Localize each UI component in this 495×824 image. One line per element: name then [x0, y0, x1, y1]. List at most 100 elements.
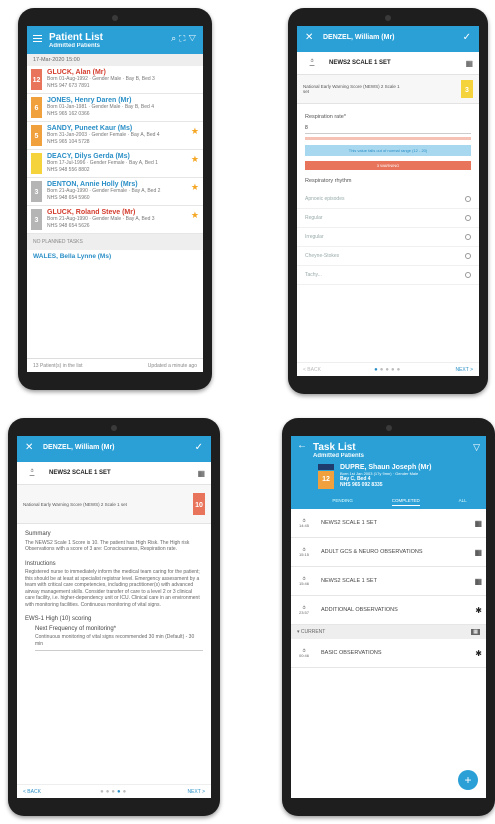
filter-icon[interactable]: ▽ — [473, 442, 480, 453]
check-icon[interactable]: ✓ — [195, 442, 203, 453]
page-title: Task List — [313, 442, 356, 453]
star-icon[interactable]: ★ — [191, 126, 199, 137]
patient-details: JONES, Henry Daren (Mr) Born 01-Jan-1981 … — [47, 97, 154, 117]
radio-icon[interactable] — [465, 253, 471, 259]
filter-icon[interactable]: ▽ — [188, 33, 199, 43]
star-icon[interactable]: ★ — [191, 210, 199, 221]
task-time: ⏱ 23:57 — [298, 605, 309, 615]
id-strip — [318, 464, 334, 470]
patient-row[interactable]: 3 DENTON, Annie Holly (Mrs) Born 21-Aug-19… — [27, 178, 203, 206]
patient-name: DENTON, Annie Holly (Mrs) — [47, 181, 138, 188]
task-name: ADULT GCS & NEURO OBSERVATIONS — [321, 549, 423, 555]
patient-nhs: NHS 948 556 8802 — [47, 166, 90, 173]
search-icon[interactable]: ⌕ — [171, 33, 179, 43]
task-name: ADDITIONAL OBSERVATIONS — [321, 607, 398, 613]
planned-patient-item[interactable]: WALES, Bella Lynne (Ms) — [27, 250, 203, 263]
score-badge: 10 — [193, 493, 205, 515]
range-info: This value falls out of normal range (12… — [305, 145, 471, 156]
patient-row[interactable]: 3 GLUCK, Roland Steve (Mr) Born 21-Aug-199… — [27, 206, 203, 234]
summary-title: Summary — [25, 531, 51, 537]
patient-info: Born 01-Jan-1981 · Gender Male · Bay B, … — [47, 104, 155, 110]
patient-row[interactable]: 6 JONES, Henry Daren (Mr) Born 01-Jan-1981… — [27, 94, 203, 122]
news-score-badge: 5 — [31, 125, 42, 146]
rhythm-option[interactable]: Regular — [297, 209, 479, 228]
task-row[interactable]: ⏱ 23:57 ADDITIONAL OBSERVATIONS ✱ — [291, 596, 486, 625]
radio-icon[interactable] — [465, 272, 471, 278]
back-arrow-icon[interactable]: ← — [297, 440, 307, 451]
patient-name: JONES, Henry Daren (Mr) — [47, 97, 132, 104]
patient-details: GLUCK, Alan (Mr) Born 01-Aug-1992 · Gende… — [47, 69, 155, 89]
patient-info: Born 01-Aug-1992 · Gender Male · Bay B, … — [47, 76, 155, 82]
patient-info: Born 21-Aug-1990 · Gender Male · Bay A, … — [47, 216, 155, 222]
rhythm-option[interactable]: Irregular — [297, 228, 479, 247]
radio-icon[interactable] — [465, 215, 471, 221]
patient-card: 12 DUPRE, Shaun Joseph (Mr) Born 1st Jan… — [313, 459, 486, 494]
radio-icon[interactable] — [465, 196, 471, 202]
patient-nhs: NHS 948 654 5960 — [47, 194, 90, 201]
add-task-button[interactable]: + — [458, 770, 478, 790]
task-name: NEWS2 SCALE 1 SET — [321, 520, 377, 526]
patient-name: DEACY, Dilys Gerda (Ms) — [47, 153, 130, 160]
clock-icon: ⏱ ━━ — [29, 468, 35, 478]
back-button[interactable]: < BACK — [23, 789, 41, 795]
rhythm-option[interactable]: Cheyne-Stokes — [297, 247, 479, 266]
close-icon[interactable]: ✕ — [25, 442, 33, 453]
respiration-input[interactable]: 8 — [305, 123, 471, 134]
score-badge: 3 — [461, 80, 473, 98]
task-time-text: 00:46 — [298, 653, 309, 658]
patient-row[interactable]: 12 GLUCK, Alan (Mr) Born 01-Aug-1992 · Gen… — [27, 66, 203, 94]
star-icon[interactable]: ★ — [191, 182, 199, 193]
option-label: Regular — [305, 215, 323, 221]
next-button[interactable]: NEXT > — [455, 367, 473, 373]
question-label: Respiration rate* — [305, 114, 346, 120]
menu-icon[interactable] — [33, 35, 42, 42]
header-bar: ✕ DENZEL, William (Mr) ✓ — [297, 26, 479, 52]
warning-button[interactable]: 3 WARNING — [305, 161, 471, 170]
back-button[interactable]: < BACK — [303, 367, 321, 373]
task-time: ⏱ 15:46 — [298, 576, 309, 586]
tab-all[interactable]: ALL — [459, 498, 467, 506]
rhythm-option[interactable]: Apnoeic episodes — [297, 190, 479, 209]
next-button[interactable]: NEXT > — [187, 789, 205, 795]
update-status: Updated a minute ago — [147, 362, 197, 369]
check-icon[interactable]: ✓ — [463, 32, 471, 43]
scoring-title: EWS-1 High (10) scoring — [25, 616, 92, 622]
patient-details: DEACY, Dilys Gerda (Ms) Born 17-Jul-1996 … — [47, 153, 158, 173]
form-name: NEWS2 SCALE 1 SET — [49, 470, 111, 476]
patient-badge: 12 — [318, 464, 334, 489]
patient-info: Born 31-Jan-2003 · Gender Female · Bay A… — [47, 132, 160, 138]
camera-dot — [111, 425, 117, 431]
header-bar: ← Task List Admitted Patients ▽ 12 DUPRE… — [291, 436, 486, 509]
tab-pending[interactable]: PENDING — [332, 498, 353, 506]
current-section-header: ▾ CURRENT ▦ — [291, 625, 486, 639]
range-bar — [305, 137, 471, 140]
task-time-text: 14:45 — [298, 523, 309, 528]
task-row[interactable]: ⏱ 15:46 NEWS2 SCALE 1 SET ▦ — [291, 567, 486, 596]
section-label: Respiratory rhythm — [305, 178, 352, 184]
task-time: ⏱ 00:46 — [298, 648, 309, 658]
current-label: ▾ CURRENT — [297, 629, 326, 635]
star-icon[interactable]: ★ — [191, 154, 199, 165]
radio-icon[interactable] — [465, 234, 471, 240]
patient-details: DUPRE, Shaun Joseph (Mr) Born 1st Jan 20… — [340, 464, 431, 489]
close-icon[interactable]: ✕ — [305, 32, 313, 43]
tablet-news2-form: ✕ DENZEL, William (Mr) ✓ ⏱ ━━ NEWS2 SCALE… — [288, 8, 488, 394]
tab-completed[interactable]: COMPLETED — [391, 498, 420, 506]
frequency-select[interactable]: Continuous monitoring of vital signs rec… — [35, 634, 203, 651]
frequency-title: Next Frequency of monitoring* — [35, 625, 117, 632]
task-type-icon: ▦ — [474, 576, 482, 586]
current-task-row[interactable]: ⏱ 00:46 BASIC OBSERVATIONS ✱ — [291, 639, 486, 668]
calendar-icon[interactable]: ▦ — [465, 59, 473, 68]
news-score-badge: 6 — [31, 97, 42, 118]
form-header: ⏱ ━━ NEWS2 SCALE 1 SET ▦ — [17, 462, 211, 485]
rhythm-option[interactable]: Tachy... — [297, 266, 479, 285]
task-row[interactable]: ⏱ 14:45 NEWS2 SCALE 1 SET ▦ — [291, 509, 486, 538]
calendar-icon[interactable]: ▦ — [197, 469, 205, 478]
score-label: National Early Warning Score (NEWS) 2 Sc… — [23, 501, 127, 507]
news-score-badge — [31, 153, 42, 174]
clock-icon: ⏱ ━━ — [309, 58, 315, 68]
task-row[interactable]: ⏱ 15:15 ADULT GCS & NEURO OBSERVATIONS ▦ — [291, 538, 486, 567]
patient-row[interactable]: DEACY, Dilys Gerda (Ms) Born 17-Jul-1996 … — [27, 150, 203, 178]
patient-row[interactable]: 5 SANDY, Puneet Kaur (Ms) Born 31-Jan-2003… — [27, 122, 203, 150]
